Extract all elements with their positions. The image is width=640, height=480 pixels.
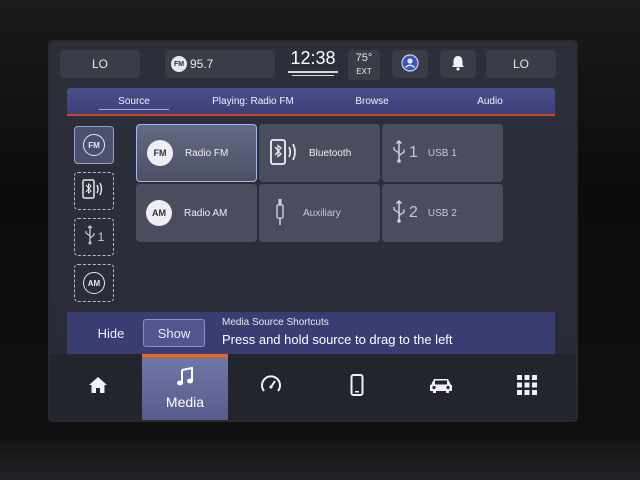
nav-apps[interactable] [502, 354, 552, 420]
tab-browse-label: Browse [355, 95, 389, 107]
bluetooth-phone-icon [81, 178, 107, 205]
music-note-icon [176, 366, 194, 392]
source-radio-fm[interactable]: FM Radio FM [136, 124, 257, 182]
bottom-nav: Media [50, 354, 576, 420]
usb-icon [392, 199, 406, 227]
nav-media[interactable]: Media [142, 354, 228, 420]
source-label: USB 2 [427, 207, 457, 219]
show-label: Show [157, 325, 191, 341]
radio-am-icon: AM [146, 200, 172, 226]
hint-title: Media Source Shortcuts [222, 317, 329, 328]
clock-underline-secondary [292, 75, 334, 76]
source-label: Auxiliary [303, 207, 341, 219]
source-label: Radio FM [185, 147, 229, 159]
source-auxiliary[interactable]: Auxiliary [259, 184, 380, 242]
nav-vehicle[interactable] [416, 354, 466, 420]
source-radio-am[interactable]: AM Radio AM [136, 184, 257, 242]
source-usb-1[interactable]: 1 USB 1 [382, 124, 503, 182]
aux-icon [275, 198, 285, 229]
radio-fm-icon: FM [83, 134, 105, 156]
shortcut-radio-fm[interactable]: FM [74, 126, 114, 164]
right-climate-button[interactable]: LO [486, 50, 556, 78]
home-icon [88, 376, 108, 399]
hide-label: Hide [97, 325, 125, 341]
profile-icon [400, 53, 420, 76]
temp-label: EXT [356, 67, 372, 76]
tab-source[interactable]: Source [95, 88, 173, 114]
grid-icon [516, 374, 538, 401]
source-label: Bluetooth [309, 147, 352, 159]
usb-icon [84, 224, 96, 250]
usb-number: 1 [409, 144, 418, 161]
radio-am-icon: AM [83, 272, 105, 294]
nav-comfort[interactable] [246, 354, 296, 420]
hint-text: Press and hold source to drag to the lef… [222, 332, 453, 347]
source-usb-2[interactable]: 2 USB 2 [382, 184, 503, 242]
now-playing-radio-button[interactable]: FM 95.7 [165, 50, 275, 78]
notifications-button[interactable] [440, 50, 476, 78]
source-label: Radio AM [184, 207, 228, 219]
source-label: USB 1 [427, 147, 457, 159]
nav-phone[interactable] [332, 354, 382, 420]
radio-fm-icon: FM [171, 56, 187, 72]
clock-underline [288, 71, 338, 73]
usb-number: 2 [409, 204, 418, 221]
tab-playing[interactable]: Playing: Radio FM [197, 88, 309, 114]
head-unit-screen: LO FM 95.7 12:38 75° EXT LO Source Playi… [50, 42, 576, 420]
shortcut-usb-1[interactable]: 1 [74, 218, 114, 256]
car-icon [428, 376, 454, 399]
usb-icon [392, 139, 406, 167]
nav-home[interactable] [70, 354, 126, 420]
usb-number: 1 [97, 230, 105, 244]
show-button[interactable]: Show [143, 319, 205, 347]
shortcut-hint-bar: Hide Show Media Source Shortcuts Press a… [67, 312, 555, 354]
tab-bar-accent-line [67, 114, 555, 116]
media-tab-bar: Source Playing: Radio FM Browse Audio [67, 88, 555, 114]
shortcut-bluetooth[interactable] [74, 172, 114, 210]
tab-audio-label: Audio [477, 95, 503, 107]
left-climate-label: LO [91, 57, 108, 71]
gauge-icon [259, 373, 283, 402]
clock-time: 12:38 [290, 48, 336, 68]
nav-media-label: Media [165, 394, 205, 410]
bell-icon [449, 54, 467, 75]
tab-playing-label: Playing: Radio FM [212, 95, 294, 107]
radio-fm-icon: FM [147, 140, 173, 166]
exterior-temp: 75° EXT [348, 50, 380, 80]
radio-station-label: 95.7 [190, 57, 214, 71]
driver-profile-button[interactable] [392, 50, 428, 78]
shortcut-radio-am[interactable]: AM [74, 264, 114, 302]
hide-button[interactable]: Hide [79, 319, 143, 347]
tab-browse[interactable]: Browse [337, 88, 407, 114]
tab-audio[interactable]: Audio [462, 88, 518, 114]
clock: 12:38 [282, 48, 344, 76]
temp-value: 75° [355, 52, 373, 64]
left-climate-button[interactable]: LO [60, 50, 140, 78]
source-bluetooth[interactable]: Bluetooth [259, 124, 380, 182]
status-bar: LO FM 95.7 12:38 75° EXT LO [50, 42, 576, 86]
phone-icon [350, 373, 364, 401]
dashboard-trim [0, 440, 640, 480]
tab-source-label: Source [118, 95, 150, 107]
right-climate-label: LO [512, 57, 529, 71]
bluetooth-phone-icon [269, 138, 299, 169]
